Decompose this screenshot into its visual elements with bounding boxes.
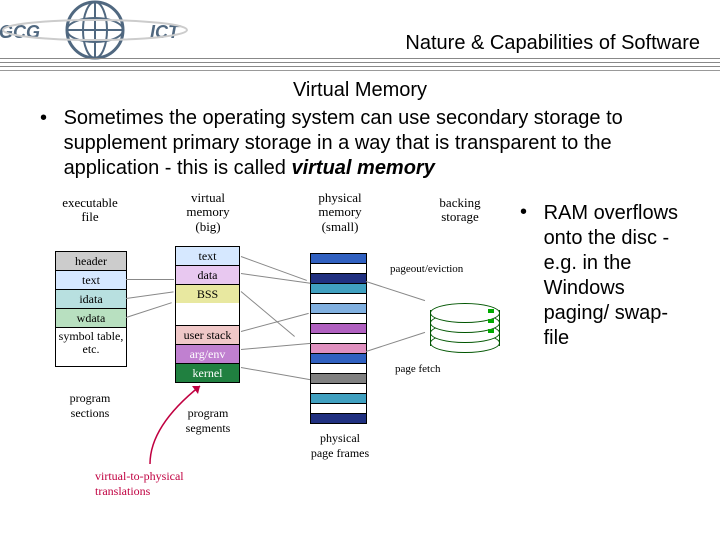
label-program-sections: programsections: [50, 391, 130, 421]
label-virtual-memory: virtualmemory(big): [168, 191, 248, 234]
label-backing-storage: backingstorage: [420, 196, 500, 225]
side-bullet: • RAM overflows onto the disc - e.g. in …: [520, 191, 690, 501]
label-executable-file: executablefile: [50, 196, 130, 225]
main-bullet: • Sometimes the operating system can use…: [40, 106, 690, 181]
vmem-row: user stack: [175, 325, 240, 345]
backing-storage-icon: [430, 301, 500, 356]
logo: GCG ICT: [0, 0, 190, 60]
vmem-row: text: [175, 246, 240, 266]
label-pageout: pageout/eviction: [390, 263, 463, 275]
main-bullet-emph: virtual memory: [291, 157, 434, 179]
slide-header: GCG ICT Nature & Capabilities of Softwar…: [0, 0, 720, 71]
label-physical-page-frames: physicalpage frames: [300, 431, 380, 461]
virtual-memory-column: text data BSS user stack arg/env kernel: [175, 246, 240, 382]
label-physical-memory: physicalmemory(small): [300, 191, 380, 234]
side-bullet-text: RAM overflows onto the disc - e.g. in th…: [544, 201, 684, 351]
vm-diagram: executablefile virtualmemory(big) physic…: [0, 191, 520, 501]
exe-row: idata: [56, 290, 126, 309]
exe-row: wdata: [56, 309, 126, 328]
label-pagefetch: page fetch: [395, 363, 441, 375]
exe-row: symbol table, etc.: [56, 328, 126, 366]
vmem-row: arg/env: [175, 344, 240, 364]
vmem-gap: [175, 303, 240, 325]
vmem-row: BSS: [175, 284, 240, 304]
executable-file-column: header text idata wdata symbol table, et…: [55, 251, 127, 367]
v2p-arrow: [140, 376, 260, 471]
section-title: Virtual Memory: [0, 79, 720, 102]
header-title: Nature & Capabilities of Software: [405, 32, 700, 55]
physical-memory-column: [310, 253, 367, 424]
label-v2p: virtual-to-physicaltranslations: [95, 469, 184, 499]
exe-row: text: [56, 271, 126, 290]
exe-row: header: [56, 252, 126, 271]
vmem-row: data: [175, 265, 240, 285]
